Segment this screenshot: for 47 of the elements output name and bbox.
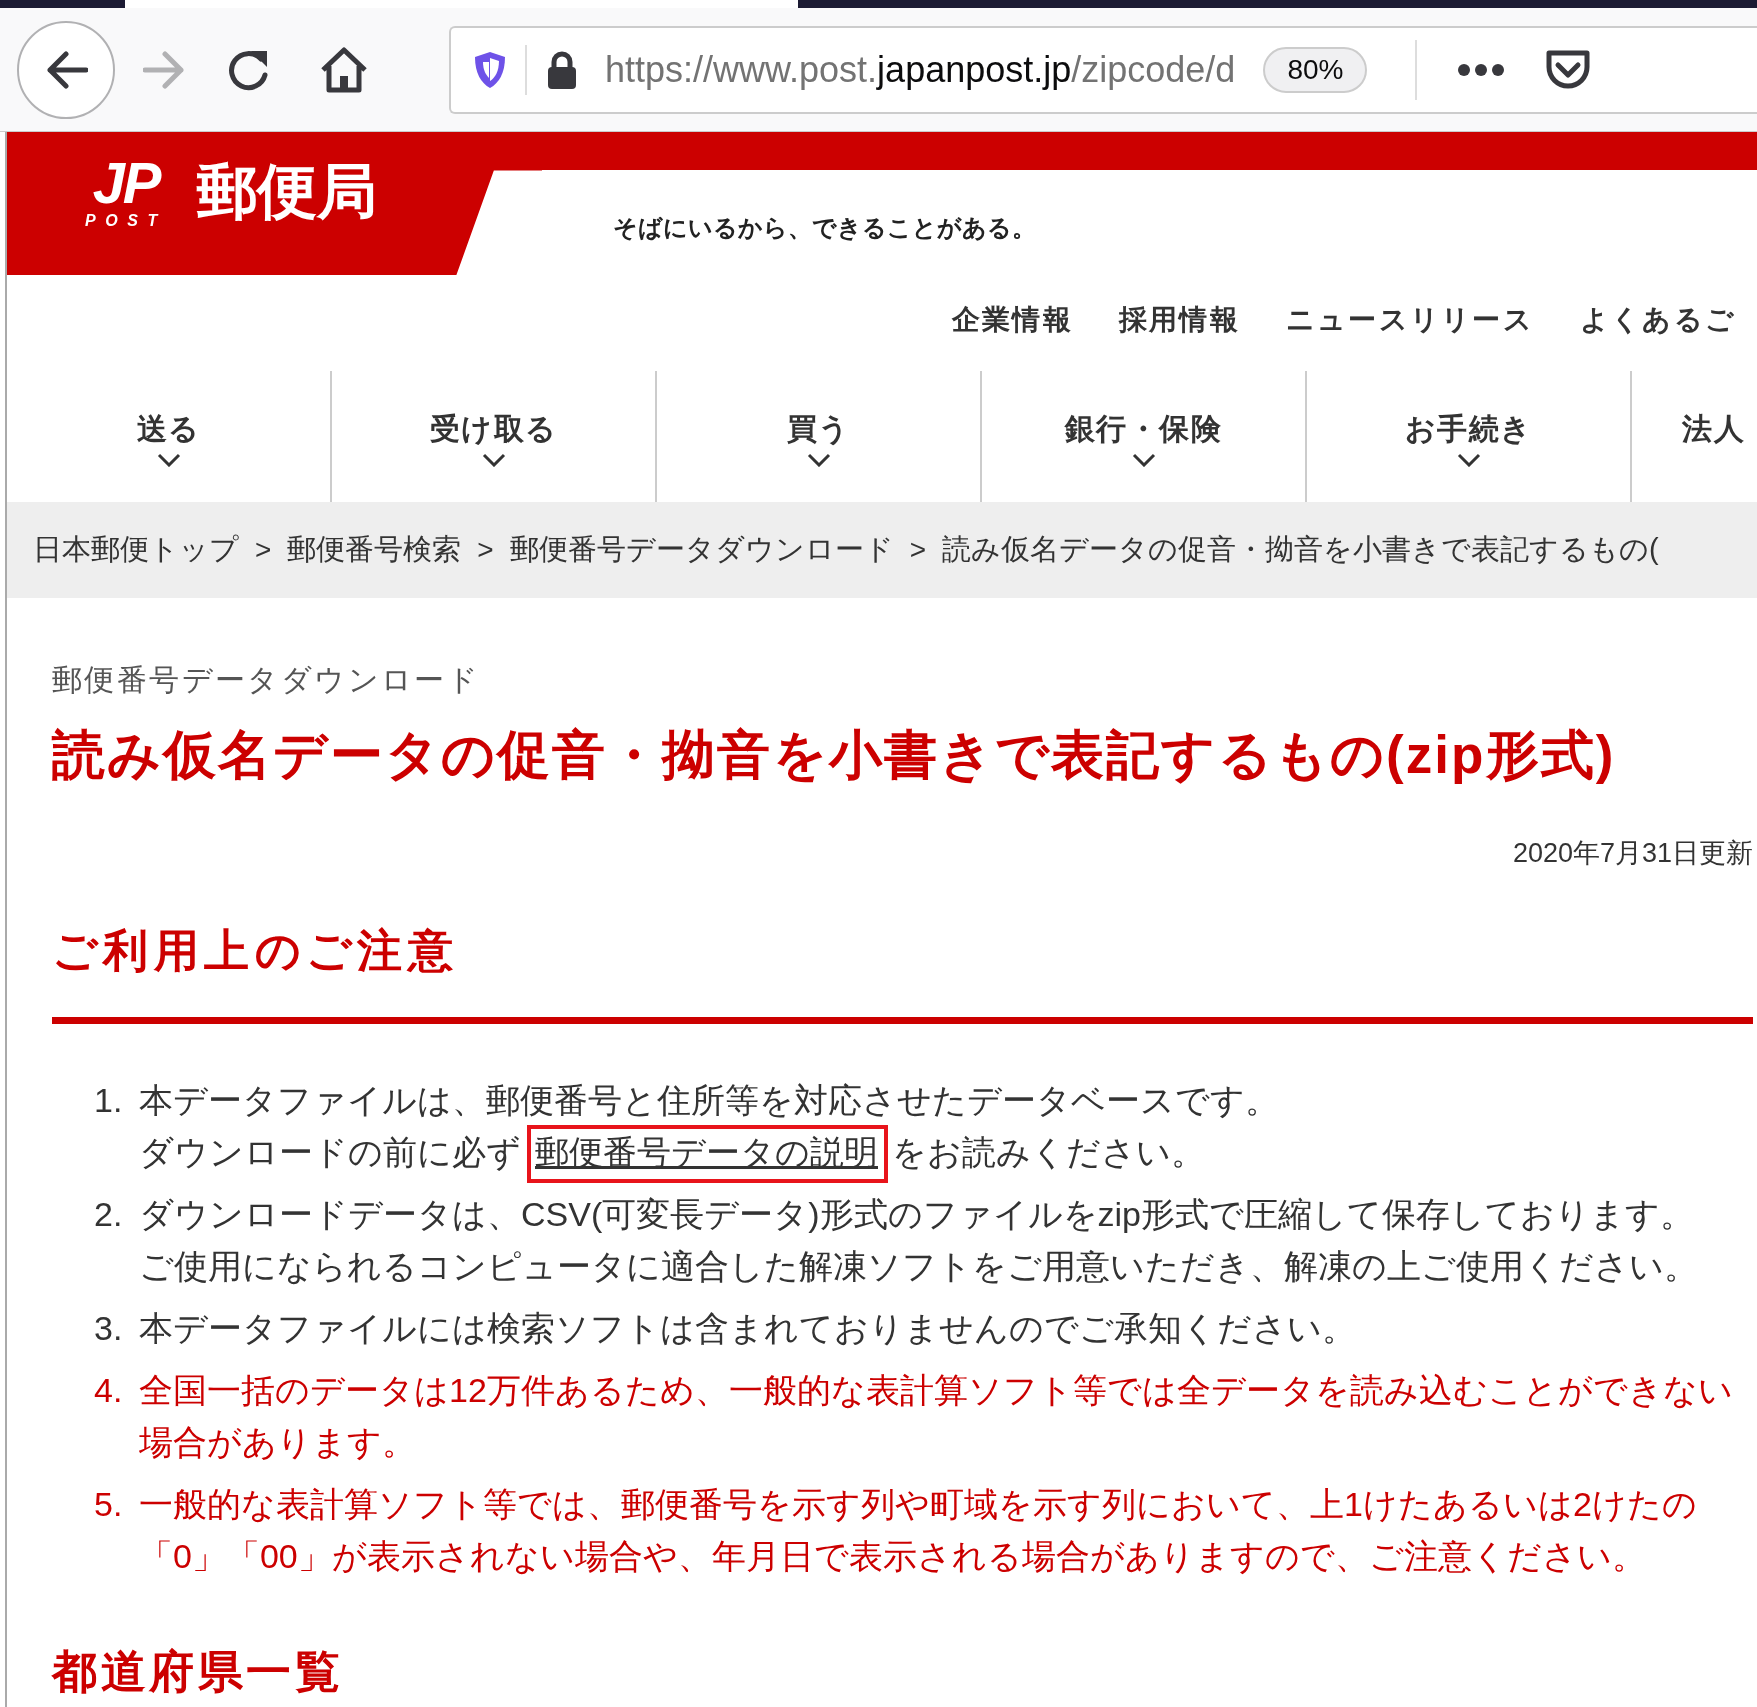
- utility-link[interactable]: 企業情報: [952, 299, 1073, 341]
- list-number: 4.: [94, 1370, 124, 1411]
- logo-subtext: POST: [85, 212, 167, 230]
- breadcrumb-link[interactable]: 郵便番号検索: [287, 528, 462, 572]
- breadcrumb-current: 読み仮名データの促音・拗音を小書きで表記するもの(: [942, 532, 1659, 568]
- utility-link[interactable]: よくあるご: [1579, 299, 1737, 341]
- logo-name: 郵便局: [196, 157, 377, 227]
- list-number: 5.: [94, 1484, 124, 1525]
- breadcrumb-separator: >: [909, 533, 927, 567]
- list-number: 2.: [94, 1194, 124, 1235]
- logo-mark: JP: [92, 154, 160, 212]
- text-link[interactable]: 郵便番号データの説明: [535, 1133, 878, 1171]
- more-options-icon[interactable]: [1457, 62, 1506, 77]
- nav-menu-item[interactable]: 法人: [1632, 371, 1757, 502]
- list-text: ダウンロードデータは、CSV(可変長データ)形式のファイルをzip形式で圧縮して保存しております。: [139, 1194, 1696, 1235]
- category-label: 郵便番号データダウンロード: [52, 662, 482, 698]
- updated-date: 2020年7月31日更新: [1511, 837, 1753, 870]
- list-text: 場合があります。: [139, 1422, 417, 1463]
- utility-link[interactable]: ニュースリリース: [1285, 299, 1534, 341]
- list-number: 3.: [94, 1308, 124, 1349]
- breadcrumb-link[interactable]: 日本郵便トップ: [33, 528, 239, 572]
- back-arrow-icon: [44, 49, 88, 90]
- zoom-level-button[interactable]: 80%: [1263, 46, 1368, 93]
- list-text: 本データファイルには検索ソフトは含まれておりませんのでご承知ください。: [139, 1308, 1356, 1349]
- list-text: 全国一括のデータは12万件あるため、一般的な表計算ソフト等では全データを読み込むことができない: [139, 1370, 1733, 1411]
- forward-arrow-icon: [143, 49, 187, 90]
- section-heading: 都道府県一覧: [52, 1645, 345, 1699]
- breadcrumb-separator: >: [477, 533, 494, 567]
- list-text: ご使用になられるコンピュータに適合した解凍ソフトをご用意いただき、解凍の上ご使用ください。: [139, 1246, 1698, 1287]
- list-text: 「0」「00」が表示されない場合や、年月日で表示される場合がありますので、ご注意ください。: [139, 1536, 1647, 1577]
- tagline: そばにいるから、できることがある。: [613, 213, 1036, 243]
- shield-icon[interactable]: [473, 49, 507, 90]
- list-text: 一般的な表計算ソフト等では、郵便番号を示す列や町域を示す列において、上1けたあるいは2けたの: [139, 1484, 1697, 1525]
- list-text: 本データファイルは、郵便番号と住所等を対応させたデータベースです。: [139, 1080, 1279, 1121]
- padlock-icon: [545, 49, 579, 90]
- list-number: 1.: [94, 1080, 124, 1121]
- breadcrumb-link[interactable]: 郵便番号データダウンロード: [509, 528, 894, 572]
- list-text: ダウンロードの前に必ず 郵便番号データの説明 をお読みください。: [139, 1126, 1279, 1178]
- pocket-icon[interactable]: [1545, 48, 1592, 91]
- breadcrumb-separator: >: [255, 533, 272, 567]
- address-bar[interactable]: https://www.post.japanpost.jp/zipcode/d 80%: [449, 25, 1757, 114]
- section-heading: ご利用上のご注意: [52, 924, 460, 978]
- page-title: 読み仮名データの促音・拗音を小書きで表記するもの(zip形式): [52, 724, 1617, 786]
- logo[interactable]: JP POST 郵便局: [85, 154, 377, 230]
- home-icon[interactable]: [319, 45, 369, 94]
- url-text: https://www.post.japanpost.jp/zipcode/d: [605, 47, 1236, 92]
- utility-link[interactable]: 採用情報: [1118, 299, 1240, 341]
